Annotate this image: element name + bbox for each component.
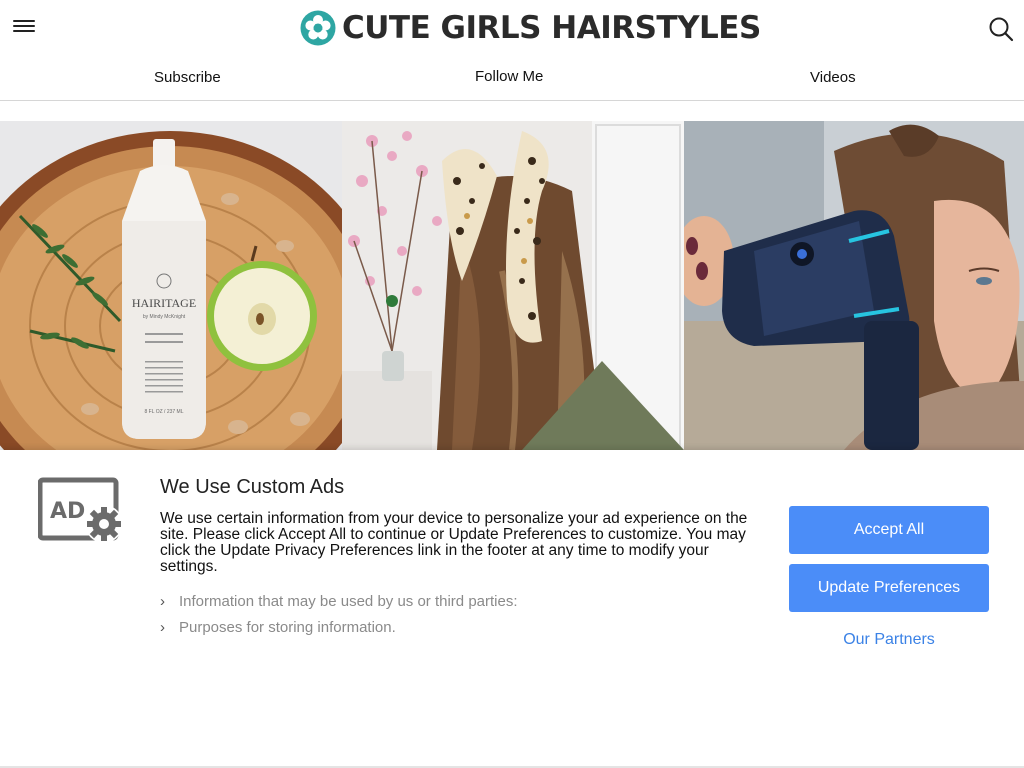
flower-logo-icon	[300, 10, 336, 46]
consent-title: We Use Custom Ads	[160, 476, 345, 498]
site-logo[interactable]: CUTE GIRLS HAIRSTYLES	[300, 10, 761, 46]
leopard-scarf-hairstyle-photo[interactable]	[342, 121, 684, 450]
chevron-right-icon: ›	[160, 618, 165, 636]
nav-follow-me-link[interactable]: Follow Me	[475, 68, 543, 85]
ad-settings-icon: AD	[38, 477, 123, 543]
hair-rinse-product-photo[interactable]: HAIRITAGE by Mindy McKnight 8 FL OZ / 23…	[0, 121, 342, 450]
our-partners-link[interactable]: Our Partners	[789, 631, 989, 649]
consent-item-purposes[interactable]: › Purposes for storing information.	[160, 614, 720, 640]
consent-description: We use certain information from your dev…	[160, 510, 748, 575]
logo-text: CUTE GIRLS HAIRSTYLES	[342, 10, 761, 46]
consent-item-information[interactable]: › Information that may be used by us or …	[160, 588, 720, 614]
chevron-right-icon: ›	[160, 592, 165, 610]
hair-dryer-styling-photo[interactable]	[684, 121, 1024, 450]
consent-details-list: › Information that may be used by us or …	[160, 588, 720, 640]
ad-consent-panel: AD We Use Custom Ads We use certain info…	[0, 450, 1024, 768]
site-header: CUTE GIRLS HAIRSTYLES	[0, 0, 1024, 56]
bottle-sub-text: by Mindy McKnight	[143, 314, 186, 320]
svg-text:AD: AD	[50, 499, 85, 524]
nav-subscribe-link[interactable]: Subscribe	[154, 69, 221, 86]
consent-item-label: Information that may be used by us or th…	[179, 592, 518, 610]
bottle-size-text: 8 FL OZ / 237 ML	[145, 409, 184, 415]
accept-all-button[interactable]: Accept All	[789, 506, 989, 554]
hamburger-menu-icon[interactable]	[12, 16, 36, 40]
nav-videos-link[interactable]: Videos	[810, 69, 856, 86]
sub-navigation: Subscribe Follow Me Videos	[0, 56, 1024, 101]
featured-posts-grid: HAIRITAGE by Mindy McKnight 8 FL OZ / 23…	[0, 121, 1024, 450]
consent-item-label: Purposes for storing information.	[179, 618, 396, 636]
search-icon[interactable]	[988, 16, 1014, 42]
update-preferences-button[interactable]: Update Preferences	[789, 564, 989, 612]
bottle-brand-text: HAIRITAGE	[132, 296, 196, 310]
